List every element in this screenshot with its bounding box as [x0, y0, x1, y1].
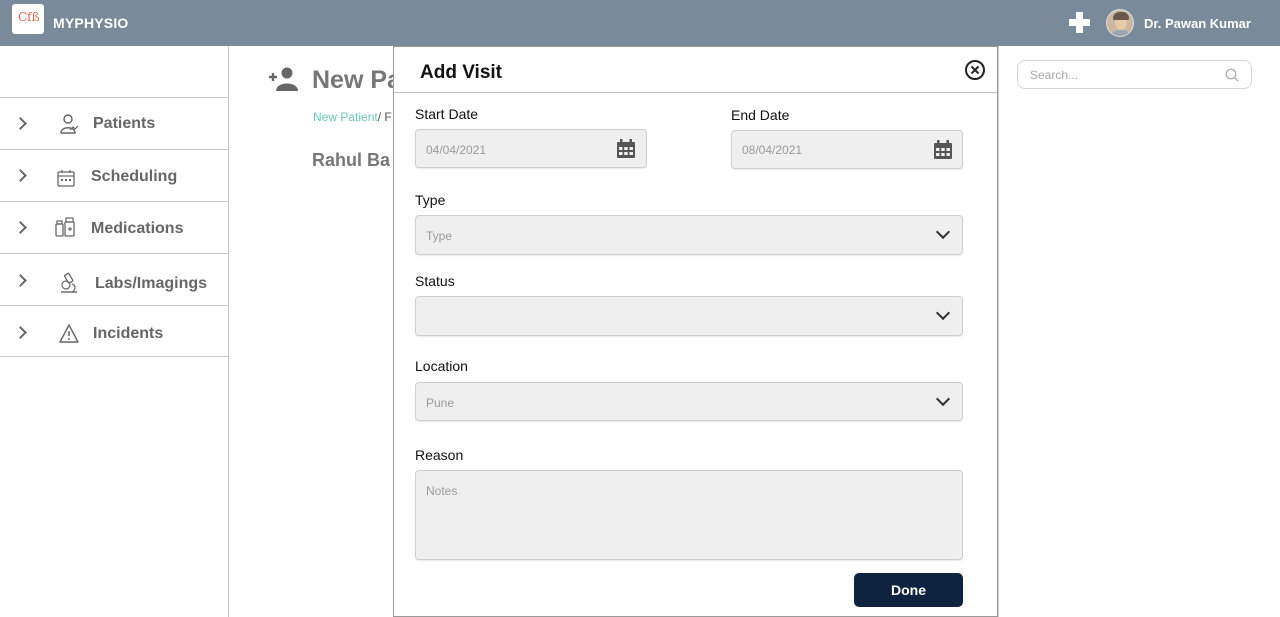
- search-box[interactable]: [1017, 60, 1252, 89]
- end-date-value: 08/04/2021: [742, 143, 803, 157]
- sidebar-item-label: Labs/Imagings: [95, 275, 208, 292]
- user-name[interactable]: Dr. Pawan Kumar: [1144, 16, 1251, 31]
- sidebar-item-labs-imagings[interactable]: Labs/Imagings: [0, 253, 228, 305]
- medication-icon: [55, 217, 75, 237]
- start-date-field[interactable]: 04/04/2021: [415, 129, 647, 168]
- sidebar-item-medications[interactable]: Medications: [0, 201, 228, 253]
- location-select[interactable]: Pune: [415, 382, 963, 421]
- location-label: Location: [415, 358, 468, 374]
- add-person-icon: [269, 67, 298, 91]
- microscope-icon: [61, 272, 77, 293]
- type-placeholder: Type: [426, 229, 453, 243]
- chevron-down-icon: [935, 224, 951, 240]
- add-visit-modal: Add Visit Start Date 04/04/2021 End Date…: [393, 46, 998, 617]
- chevron-right-icon: [14, 274, 27, 287]
- chevron-right-icon: [14, 169, 27, 182]
- close-icon[interactable]: [965, 60, 985, 80]
- sidebar-item-scheduling[interactable]: Scheduling: [0, 149, 228, 201]
- search-input[interactable]: [1030, 67, 1220, 83]
- calendar-icon[interactable]: [933, 140, 953, 160]
- calendar-icon[interactable]: [616, 139, 636, 159]
- logo-glyph: Cfß: [18, 10, 40, 24]
- status-select[interactable]: [415, 296, 963, 336]
- warning-icon: [59, 324, 79, 343]
- reason-placeholder: Notes: [426, 484, 458, 498]
- sidebar-item-incidents[interactable]: Incidents: [0, 305, 228, 357]
- reason-label: Reason: [415, 447, 464, 463]
- done-button[interactable]: Done: [854, 573, 963, 607]
- modal-title: Add Visit: [420, 62, 502, 83]
- modal-header: Add Visit: [394, 47, 997, 93]
- end-date-field[interactable]: 08/04/2021: [731, 130, 963, 169]
- type-label: Type: [415, 192, 446, 208]
- start-date-value: 04/04/2021: [426, 143, 487, 157]
- location-value: Pune: [426, 396, 455, 410]
- sidebar-item-label: Patients: [93, 115, 156, 132]
- sidebar-item-patients[interactable]: Patients: [0, 97, 228, 149]
- chevron-down-icon: [935, 305, 951, 321]
- start-date-label: Start Date: [415, 106, 479, 122]
- right-panel: [998, 46, 1280, 617]
- chevron-right-icon: [14, 221, 27, 234]
- sidebar-item-label: Incidents: [93, 325, 164, 342]
- end-date-label: End Date: [731, 107, 790, 123]
- user-avatar[interactable]: [1106, 9, 1134, 37]
- calendar-icon: [57, 170, 75, 187]
- top-bar: Cfß MYPHYSIO Dr. Pawan Kumar: [0, 0, 1280, 46]
- reason-textarea[interactable]: Notes: [415, 470, 963, 560]
- breadcrumb: New Patient/ F: [313, 110, 392, 124]
- page-title: New Pa: [312, 66, 401, 94]
- add-plus-icon[interactable]: [1069, 12, 1090, 33]
- sidebar-item-label: Medications: [91, 220, 184, 237]
- search-icon[interactable]: [1225, 68, 1239, 82]
- breadcrumb-link[interactable]: New Patient: [313, 110, 378, 124]
- chevron-right-icon: [14, 117, 27, 130]
- status-label: Status: [415, 273, 455, 289]
- patient-icon: [60, 114, 79, 134]
- app-logo[interactable]: Cfß: [12, 4, 44, 34]
- chevron-right-icon: [14, 326, 27, 339]
- patient-name: Rahul Ba: [312, 150, 391, 170]
- sidebar: Patients Scheduling Medications Labs/Ima…: [0, 46, 229, 617]
- breadcrumb-current: / F: [377, 110, 392, 124]
- app-title: MYPHYSIO: [53, 15, 129, 31]
- chevron-down-icon: [935, 391, 951, 407]
- sidebar-item-label: Scheduling: [91, 168, 178, 185]
- type-select[interactable]: Type: [415, 215, 963, 255]
